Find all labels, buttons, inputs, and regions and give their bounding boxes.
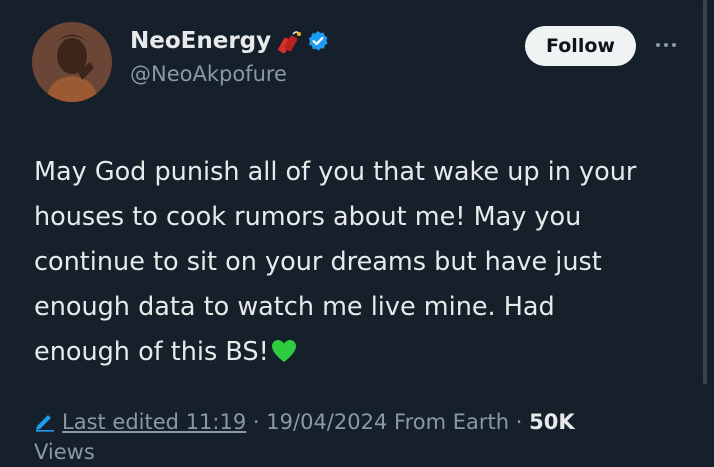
separator: · bbox=[252, 410, 260, 434]
last-edited-label: Last edited bbox=[62, 410, 179, 434]
author-name-row: NeoEnergy bbox=[130, 28, 329, 54]
separator: · bbox=[515, 410, 523, 434]
last-edited-link[interactable]: Last edited 11:19 bbox=[62, 410, 246, 434]
post-date[interactable]: 19/04/2024 bbox=[266, 410, 387, 434]
meta-line-1: Last edited 11:19 · 19/04/2024 From Eart… bbox=[34, 407, 694, 437]
tweet-body: May God punish all of you that wake up i… bbox=[34, 150, 694, 375]
views-count: 50K bbox=[529, 410, 575, 434]
tweet-text-line: continue to sit on your dreams but have … bbox=[34, 247, 602, 277]
pencil-icon bbox=[36, 415, 54, 432]
follow-button[interactable]: Follow bbox=[525, 26, 636, 66]
tweet-meta: Last edited 11:19 · 19/04/2024 From Eart… bbox=[34, 407, 694, 467]
tweet-text-line: houses to cook rumors about me! May you bbox=[34, 202, 582, 232]
tweet-card: NeoEnergy @NeoAkpofure Follow May God pu… bbox=[0, 0, 714, 464]
green-heart-icon bbox=[271, 340, 296, 362]
tweet-text-line: enough of this BS! bbox=[34, 337, 269, 367]
author-handle[interactable]: @NeoAkpofure bbox=[130, 62, 287, 86]
verified-badge-icon bbox=[308, 31, 328, 51]
firecracker-icon bbox=[278, 31, 302, 54]
more-options-icon[interactable] bbox=[653, 32, 679, 58]
avatar-image bbox=[32, 22, 112, 102]
tweet-last-line: enough of this BS! bbox=[34, 330, 694, 375]
post-source: From Earth bbox=[394, 410, 510, 434]
avatar[interactable] bbox=[32, 22, 112, 102]
author-display-name[interactable]: NeoEnergy bbox=[130, 28, 271, 54]
tweet-text-line: May God punish all of you that wake up i… bbox=[34, 157, 637, 187]
views-label: Views bbox=[34, 440, 95, 464]
tweet-text-line: enough data to watch me live mine. Had bbox=[34, 292, 555, 322]
scrollbar[interactable] bbox=[703, 0, 707, 384]
edit-time: 11:19 bbox=[185, 410, 247, 434]
